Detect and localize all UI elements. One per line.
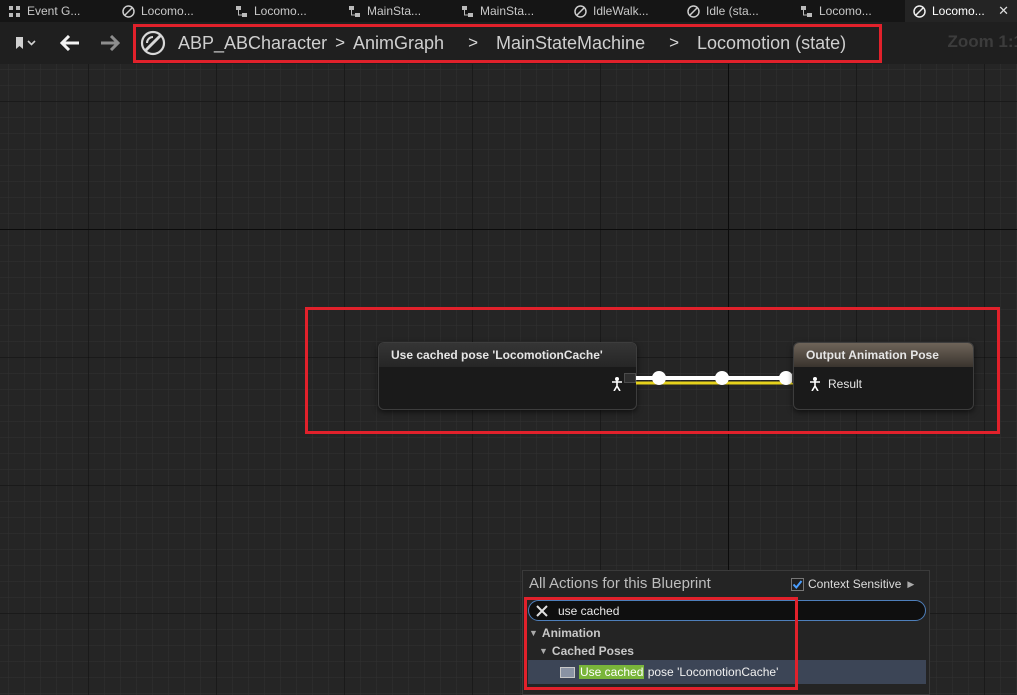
tab-main-state-2[interactable]: MainSta... [453, 0, 566, 22]
action-menu-title: All Actions for this Blueprint [529, 575, 711, 592]
nodes-highlight-box [305, 307, 1000, 434]
anim-state-icon [574, 4, 587, 18]
tab-label: Locomo... [254, 4, 307, 18]
tab-label: Locomo... [141, 4, 194, 18]
tab-idle-state[interactable]: Idle (sta... [679, 0, 792, 22]
tab-label: Locomo... [932, 4, 985, 18]
tab-locomotion-machine[interactable]: Locomo... [227, 0, 340, 22]
tab-main-state-1[interactable]: MainSta... [340, 0, 453, 22]
checkmark-icon [792, 579, 803, 589]
tab-label: IdleWalk... [593, 4, 649, 18]
bookmark-icon [16, 37, 36, 49]
forward-button[interactable] [96, 30, 124, 56]
context-sensitive-label: Context Sensitive [808, 577, 902, 591]
tab-label: Locomo... [819, 4, 872, 18]
anim-state-icon [687, 4, 700, 18]
editor-tab-bar: Event G... Locomo... Locomo... MainSta..… [0, 0, 1017, 22]
state-machine-icon [801, 5, 812, 17]
close-tab-icon[interactable]: ✕ [998, 3, 1009, 19]
context-sensitive-checkbox[interactable] [791, 577, 804, 591]
tab-label: MainSta... [367, 4, 422, 18]
event-graph-icon [9, 5, 20, 17]
state-machine-icon [349, 5, 360, 17]
zoom-level-label: Zoom 1:1 [947, 32, 1017, 51]
state-machine-icon [462, 5, 473, 17]
bookmark-dropdown[interactable] [8, 30, 42, 56]
expand-right-icon[interactable]: ▶ [907, 579, 914, 590]
tab-label: Event G... [27, 4, 81, 18]
anim-state-icon [122, 4, 135, 18]
tab-locomotion-active[interactable]: Locomo... ✕ [905, 0, 1017, 22]
tab-event-graph[interactable]: Event G... [0, 0, 114, 22]
tab-locomotion-state[interactable]: Locomo... [114, 0, 227, 22]
tab-label: Idle (sta... [706, 4, 759, 18]
tab-label: MainSta... [480, 4, 535, 18]
tab-locomotion-machine-2[interactable]: Locomo... [792, 0, 905, 22]
anim-state-icon [913, 4, 926, 18]
graph-origin-axis-horizontal [0, 229, 1017, 230]
search-highlight-box [524, 597, 798, 690]
back-button[interactable] [56, 30, 84, 56]
breadcrumb-highlight-box [133, 24, 882, 63]
state-machine-icon [236, 5, 247, 17]
arrow-left-icon [60, 35, 79, 51]
context-sensitive-toggle[interactable]: Context Sensitive ▶ [791, 577, 914, 591]
tab-idle-walk[interactable]: IdleWalk... [566, 0, 679, 22]
arrow-right-icon [101, 35, 120, 51]
